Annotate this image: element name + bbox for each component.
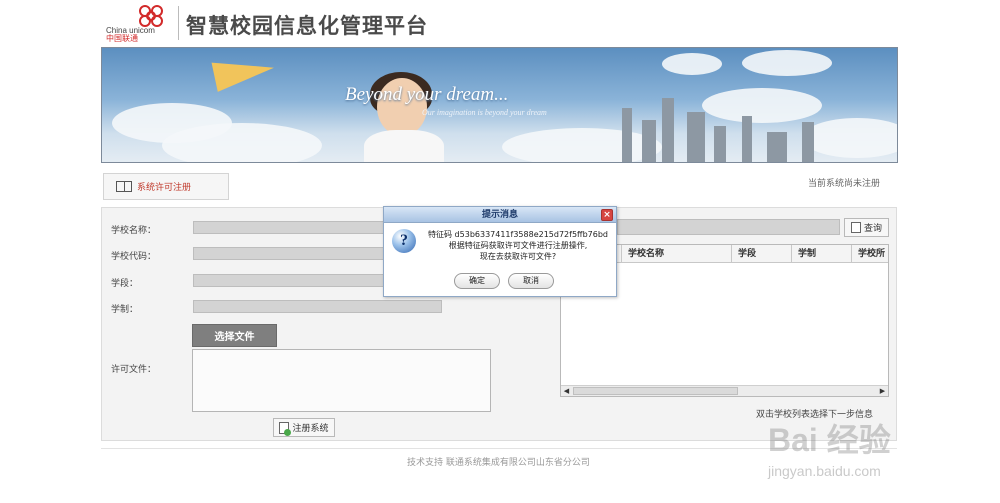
column-header-stage[interactable]: 学段 — [731, 245, 789, 263]
register-system-button[interactable]: 注册系统 — [273, 418, 335, 437]
china-unicom-logo: China unicom 中国联通 — [106, 4, 176, 43]
column-header-school-name[interactable]: 学校名称 — [621, 245, 729, 263]
column-header-system[interactable]: 学制 — [791, 245, 849, 263]
dialog-message-line: 现在去获取许可文件? — [479, 252, 557, 261]
logo-divider — [178, 6, 179, 40]
tab-license-register[interactable]: 系统许可注册 — [103, 173, 229, 200]
dialog-message-line: 特征码 d53b6337411f3588e215d72f5ffb76bd — [428, 230, 608, 239]
dialog-title-bar: 提示消息 × — [384, 207, 616, 223]
school-name-label: 学校名称： — [111, 226, 157, 236]
ok-button[interactable]: 确定 — [454, 273, 500, 289]
tab-label: 系统许可注册 — [137, 183, 192, 193]
license-file-textarea[interactable] — [192, 349, 491, 412]
column-header-school-location[interactable]: 学校所 — [851, 245, 889, 263]
registration-status: 当前系统尚未注册 — [808, 179, 881, 189]
close-icon[interactable]: × — [601, 209, 613, 221]
search-icon — [850, 222, 861, 233]
watermark-url: jingyan.baidu.com — [768, 463, 881, 479]
dialog-message: 特征码 d53b6337411f3588e215d72f5ffb76bd 根据特… — [420, 229, 616, 262]
system-field[interactable] — [193, 300, 442, 313]
question-icon: ? — [392, 229, 416, 253]
page-title: 智慧校园信息化管理平台 — [186, 14, 428, 38]
scroll-left-icon[interactable]: ◀ — [561, 386, 572, 396]
unicom-knot-icon — [139, 5, 163, 27]
license-file-label: 许可文件： — [111, 365, 157, 375]
query-button-label: 查询 — [863, 224, 882, 234]
footer-text: 技术支持 联通系统集成有限公司山东省分公司 — [407, 458, 590, 468]
watermark-text: Bai 经验 — [768, 422, 891, 458]
search-input[interactable] — [617, 219, 840, 235]
prompt-dialog: 提示消息 × ? 特征码 d53b6337411f3588e215d72f5ff… — [383, 206, 617, 297]
banner-image: Beyond your dream... Our imagination is … — [101, 47, 898, 163]
dialog-title: 提示消息 — [481, 210, 518, 220]
query-button[interactable]: 查询 — [844, 218, 889, 237]
banner-slogan: Beyond your dream... — [345, 84, 509, 105]
cancel-button[interactable]: 取消 — [508, 273, 554, 289]
logo-text: China unicom 中国联通 — [106, 26, 155, 43]
register-button-label: 注册系统 — [292, 424, 329, 434]
scroll-right-icon[interactable]: ▶ — [877, 386, 888, 396]
baidu-watermark: Bai 经验 jingyan.baidu.com — [768, 415, 891, 479]
scrollbar-thumb[interactable] — [573, 387, 738, 395]
dialog-message-line: 根据特征码获取许可文件进行注册操作, — [448, 241, 588, 250]
document-add-icon — [279, 421, 292, 436]
banner-subtitle: Our imagination is beyond your dream — [422, 108, 547, 117]
school-code-label: 学校代码： — [111, 252, 157, 262]
horizontal-scrollbar[interactable]: ◀ ▶ — [561, 385, 888, 396]
stage-label: 学段： — [111, 279, 139, 289]
choose-file-button[interactable]: 选择文件 — [192, 324, 277, 347]
paper-plane-icon — [211, 50, 277, 92]
panel-icon — [116, 181, 132, 192]
system-label: 学制： — [111, 305, 139, 315]
